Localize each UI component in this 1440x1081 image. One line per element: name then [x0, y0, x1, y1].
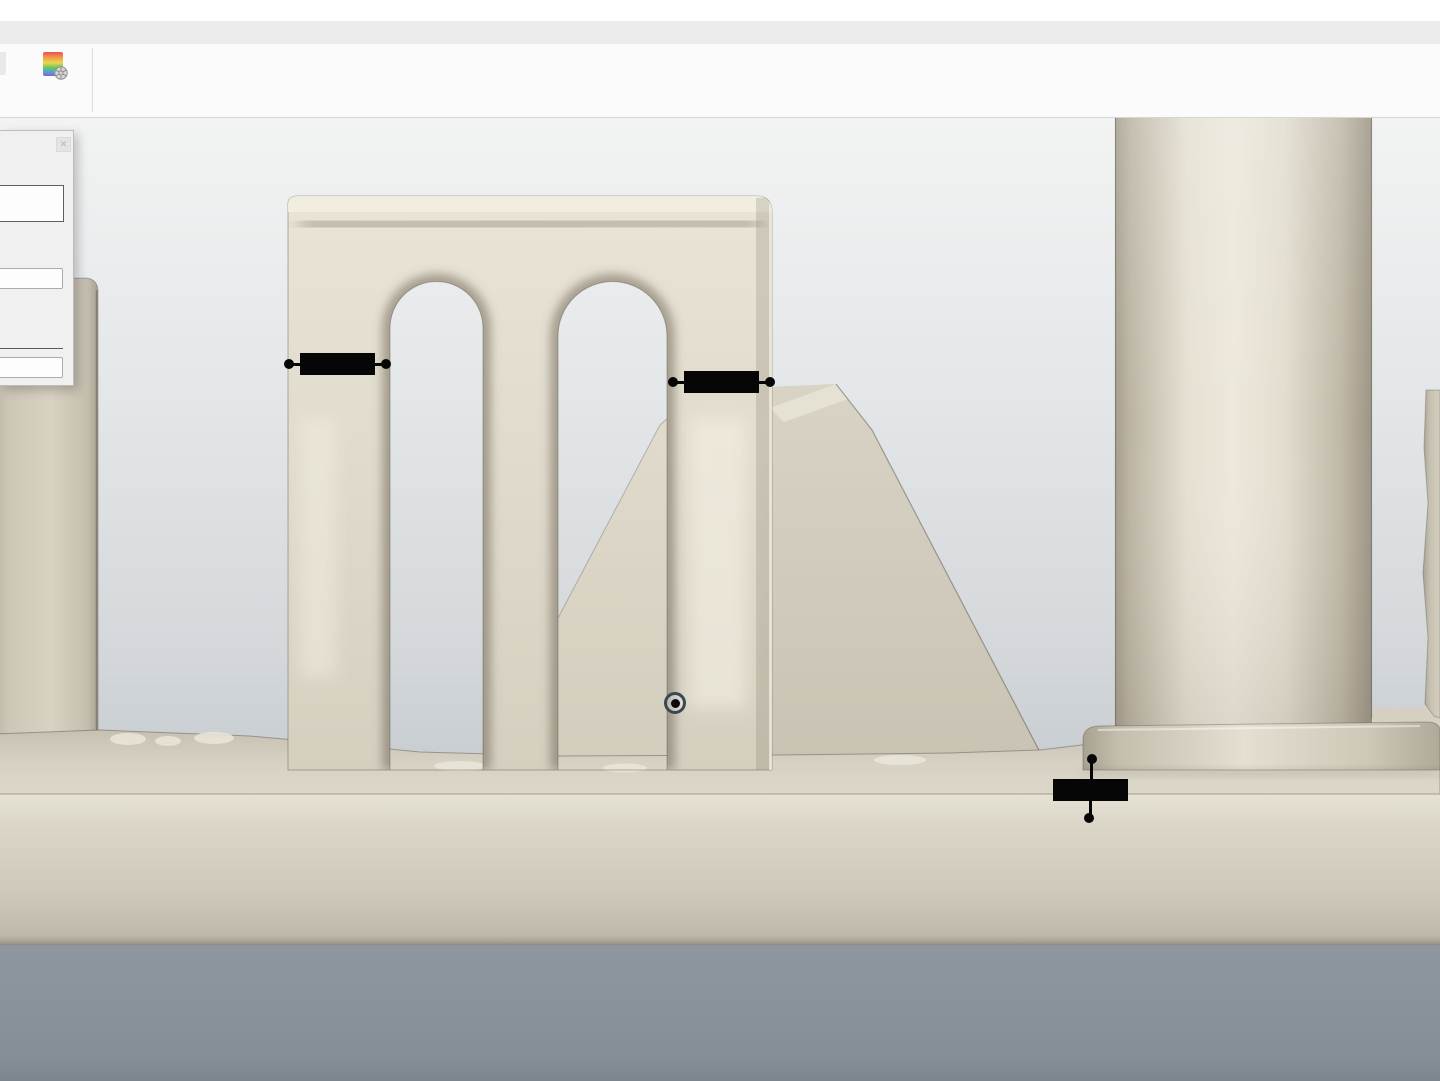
dialog-separator: [0, 348, 63, 349]
measurement-label[interactable]: [1053, 779, 1128, 801]
rainbow-mesh-icon: [43, 52, 63, 76]
tab-surfacing[interactable]: [6, 22, 34, 44]
close-button[interactable]: [0, 357, 63, 378]
tab-analysis[interactable]: [62, 22, 90, 44]
measurement-label[interactable]: [300, 353, 375, 375]
measurement-endpoint-dot[interactable]: [381, 359, 391, 369]
application-window: ✕: [0, 0, 1440, 1081]
gear-wheel-icon: [53, 65, 69, 81]
measurement-label[interactable]: [684, 371, 759, 393]
menu-bar: [0, 22, 1440, 44]
compare-partial-icon[interactable]: [0, 52, 6, 75]
tab-help[interactable]: [118, 22, 146, 44]
measurement-annotation-1: [285, 353, 391, 375]
delete-last-button[interactable]: [0, 268, 63, 289]
measurement-endpoint-dot[interactable]: [1084, 813, 1094, 823]
viewport-3d[interactable]: [0, 118, 1440, 1081]
measurement-annotation-3: [1050, 753, 1130, 825]
point-button[interactable]: [0, 185, 64, 222]
title-bar: [0, 0, 1440, 22]
tab-cad[interactable]: [34, 22, 62, 44]
compare-to-other-meshes-button[interactable]: [24, 48, 82, 110]
measurement-connector-line: [1090, 762, 1093, 780]
arch-wall-mesh[interactable]: [288, 196, 772, 770]
tab-settings[interactable]: [90, 22, 118, 44]
cylinder-flange-mesh[interactable]: [1083, 722, 1440, 776]
below-base-shadow-band: [0, 945, 1440, 1081]
large-cylinder-mesh[interactable]: [1115, 118, 1372, 730]
measurement-endpoint-dot[interactable]: [765, 377, 775, 387]
picked-point-marker-icon[interactable]: [664, 692, 686, 714]
dialog-corner-button[interactable]: ✕: [56, 137, 71, 152]
ribbon-toolbar: [0, 44, 1440, 118]
measure-dialog: ✕: [0, 130, 74, 386]
measurement-annotation-2: [669, 371, 775, 393]
ribbon-group-separator: [92, 48, 93, 112]
